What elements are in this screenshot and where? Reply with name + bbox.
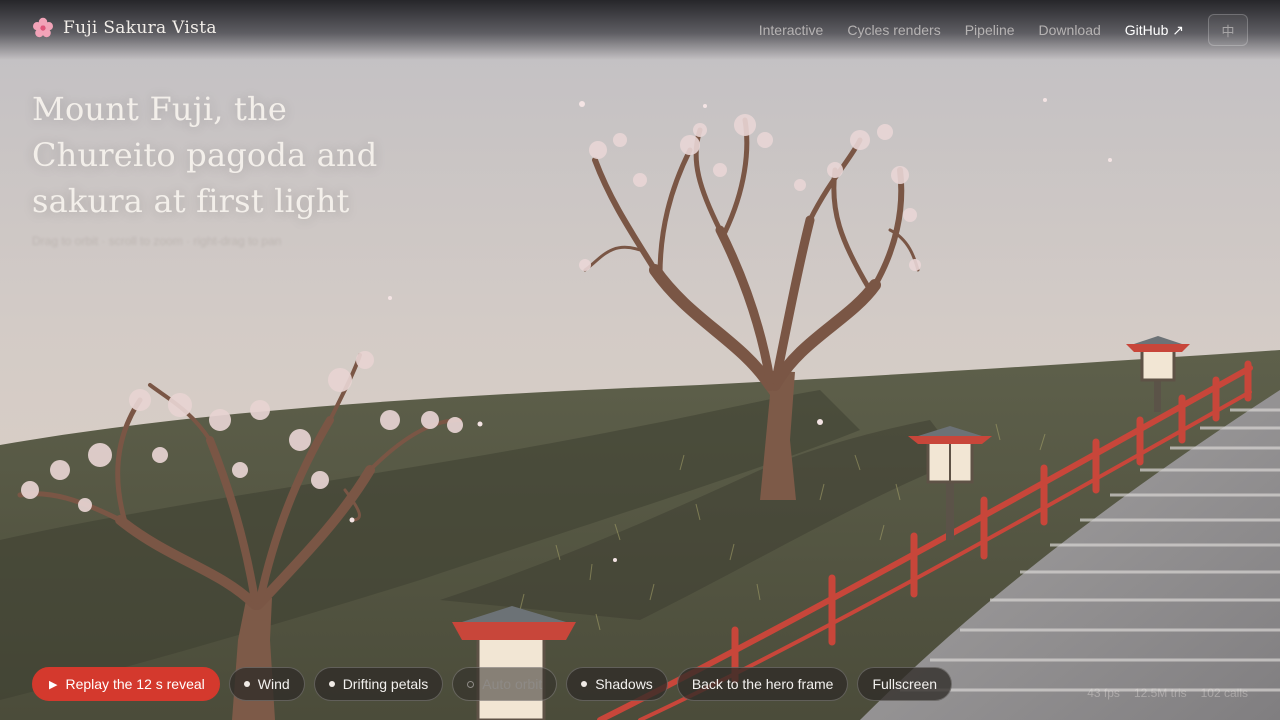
brand[interactable]: Fuji Sakura Vista <box>32 17 217 39</box>
auto-orbit-label: Auto orbit <box>482 676 543 692</box>
control-bar: ▶ Replay the 12 s reveal Wind Drifting p… <box>32 667 953 701</box>
replay-label: Replay the 12 s reveal <box>65 676 205 692</box>
render-stats: 43 fps 12.5M tris 102 calls <box>1087 686 1248 700</box>
fullscreen-label: Fullscreen <box>872 676 938 692</box>
replay-reveal-button[interactable]: ▶ Replay the 12 s reveal <box>32 667 220 701</box>
hero-title: Mount Fuji, the Chureito pagoda and saku… <box>32 90 378 220</box>
wind-label: Wind <box>257 676 290 692</box>
fps-readout: 43 fps <box>1087 686 1120 700</box>
draw-call-count: 102 calls <box>1200 686 1248 700</box>
drifting-petals-label: Drifting petals <box>342 676 429 692</box>
toggle-on-indicator <box>328 681 335 687</box>
fullscreen-button[interactable]: Fullscreen <box>857 667 953 701</box>
auto-orbit-toggle[interactable]: Auto orbit <box>452 667 558 701</box>
brand-name: Fuji Sakura Vista <box>63 18 217 38</box>
toggle-off-indicator <box>467 680 475 688</box>
toggle-on-indicator <box>581 681 588 687</box>
hero-frame-button[interactable]: Back to the hero frame <box>676 667 849 701</box>
triangle-count: 12.5M tris <box>1133 686 1187 700</box>
nav-interactive[interactable]: Interactive <box>759 22 824 38</box>
drifting-petals-toggle[interactable]: Drifting petals <box>313 667 444 701</box>
cherry-blossom-icon <box>33 17 53 38</box>
nav-cycles-renders[interactable]: Cycles renders <box>847 22 940 38</box>
nav-download[interactable]: Download <box>1039 22 1101 38</box>
top-nav: Interactive Cycles renders Pipeline Down… <box>759 14 1248 46</box>
nav-github[interactable]: GitHub ↗ <box>1125 22 1184 39</box>
shadows-label: Shadows <box>595 676 653 692</box>
interaction-hint: Drag to orbit · scroll to zoom · right-d… <box>32 234 282 248</box>
toggle-on-indicator <box>243 681 250 687</box>
hero-frame-label: Back to the hero frame <box>691 676 834 692</box>
wind-toggle[interactable]: Wind <box>228 667 305 701</box>
play-icon: ▶ <box>49 678 58 691</box>
top-bar: Fuji Sakura Vista Interactive Cycles ren… <box>0 0 1280 60</box>
nav-pipeline[interactable]: Pipeline <box>965 22 1015 38</box>
shadows-toggle[interactable]: Shadows <box>566 667 668 701</box>
language-toggle-button[interactable]: 中 <box>1208 14 1248 46</box>
